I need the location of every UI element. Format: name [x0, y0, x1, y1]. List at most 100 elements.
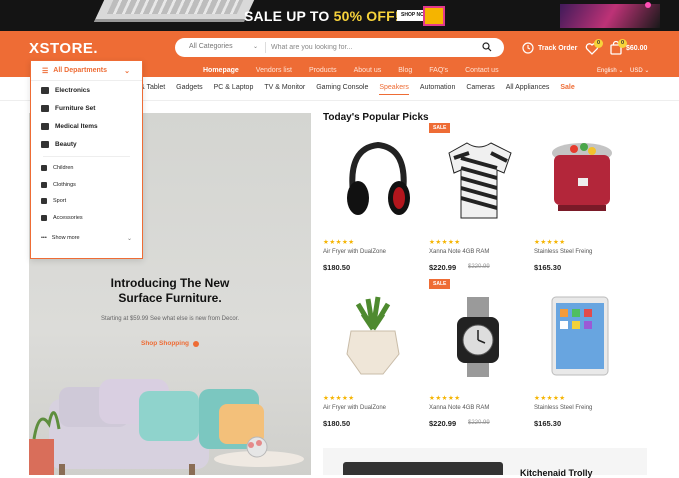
product-card[interactable]: SALE ★★★★★ Xanna Note 4GB RAM $220.99 $2…	[429, 279, 529, 444]
department-label: Medical Items	[55, 122, 98, 130]
category-gaming-console[interactable]: Gaming Console	[316, 84, 368, 95]
department-label: Electronics	[55, 86, 91, 94]
category-pc-laptop[interactable]: PC & Laptop	[214, 84, 254, 95]
product-name[interactable]: Stainless Steel Freing	[534, 249, 592, 255]
rating-stars: ★★★★★	[323, 395, 355, 402]
category-automation[interactable]: Automation	[420, 84, 455, 95]
category-cameras[interactable]: Cameras	[466, 84, 494, 95]
product-card[interactable]: ★★★★★ Air Fryer with DualZone $180.50	[323, 279, 423, 444]
nav-link-products[interactable]: Products	[309, 67, 337, 74]
site-logo[interactable]: XSTORE.	[29, 40, 98, 57]
department-item-electronics[interactable]: Electronics	[31, 81, 142, 99]
category-nav: & Tablet Gadgets PC & Laptop TV & Monito…	[140, 84, 586, 95]
hero-title-line1: Introducing The New	[110, 276, 230, 290]
currency-select[interactable]: USD ⌄	[630, 67, 649, 74]
department-label: Beauty	[55, 140, 77, 148]
product-old-price: $220.99	[468, 264, 490, 270]
department-item-furniture[interactable]: Furniture Set	[31, 99, 142, 117]
track-order-label: Track Order	[538, 44, 578, 52]
sofa-image	[29, 379, 304, 475]
language-select[interactable]: English ⌄	[597, 67, 623, 74]
smartwatch-icon	[457, 297, 499, 377]
dots-icon: •••	[41, 235, 47, 241]
product-name[interactable]: Xanna Note 4GB RAM	[429, 249, 489, 255]
arrow-circle-icon	[193, 340, 200, 347]
product-price: $180.50	[323, 419, 351, 428]
department-item-medical[interactable]: Medical Items	[31, 117, 142, 135]
sale-badge: SALE	[429, 123, 451, 133]
category-gadgets[interactable]: Gadgets	[176, 84, 202, 95]
rating-stars: ★★★★★	[534, 239, 566, 246]
department-item-children[interactable]: Children	[31, 160, 142, 177]
nav-link-about[interactable]: About us	[354, 67, 382, 74]
product-name[interactable]: Air Fryer with DualZone	[323, 405, 386, 411]
nav-link-blog[interactable]: Blog	[398, 67, 412, 74]
search-category-select[interactable]: All Categories	[189, 43, 233, 50]
department-item-clothings[interactable]: Clothings	[31, 177, 142, 194]
promo-decoration	[560, 4, 660, 28]
nav-link-contact[interactable]: Contact us	[465, 67, 498, 74]
product-price: $165.30	[534, 419, 562, 428]
promo-headline: SALE UP TO 50% OFF!	[244, 8, 400, 24]
nav-link-faq[interactable]: FAQ's	[429, 67, 448, 74]
keyboard-image	[106, 0, 244, 14]
top-links: Homepage Vendors list Products About us …	[203, 67, 516, 74]
promo-percent: 50% OFF!	[333, 8, 400, 24]
category-speakers[interactable]: Speakers	[379, 84, 409, 95]
category-all-appliances[interactable]: All Appliances	[506, 84, 550, 95]
search-icon[interactable]	[482, 42, 492, 52]
product-old-price: $220.99	[468, 420, 490, 426]
promo-decoration-dot	[645, 2, 651, 8]
department-divider	[43, 156, 130, 157]
search-divider	[265, 42, 266, 53]
product-price: $220.99	[429, 419, 457, 428]
search-input[interactable]	[271, 41, 461, 54]
rating-stars: ★★★★★	[429, 395, 461, 402]
tshirt-icon	[448, 142, 512, 219]
rating-stars: ★★★★★	[534, 395, 566, 402]
hamburger-icon: ☰	[42, 67, 49, 75]
product-name[interactable]: Xanna Note 4GB RAM	[429, 405, 489, 411]
product-card[interactable]: ★★★★★ Stainless Steel Freing $165.30	[534, 123, 634, 288]
clothing-icon	[41, 181, 47, 188]
nav-link-homepage[interactable]: Homepage	[203, 67, 239, 74]
track-order-link[interactable]: Track Order	[522, 42, 577, 54]
departments-menu: ☰ All Departments ⌄ Electronics Furnitur…	[30, 60, 143, 259]
show-more-button[interactable]: ••• Show more ⌄	[41, 235, 132, 242]
nav-link-vendors[interactable]: Vendors list	[256, 67, 292, 74]
gift-box-icon	[423, 6, 445, 26]
departments-title: All Departments	[53, 67, 107, 74]
promo-card-title: Kitchenaid Trolly	[520, 468, 593, 478]
sale-badge: SALE	[429, 279, 451, 289]
product-card[interactable]: ★★★★★ Stainless Steel Freing $165.30	[534, 279, 634, 444]
clock-icon	[522, 42, 534, 54]
children-icon	[41, 165, 47, 172]
chevron-down-icon: ⌄	[127, 236, 133, 242]
department-label: Accessories	[53, 215, 83, 222]
product-name[interactable]: Air Fryer with DualZone	[323, 249, 386, 255]
department-label: Sport	[53, 198, 67, 205]
section-title: Today's Popular Picks	[323, 112, 429, 123]
department-item-accessories[interactable]: Accessories	[31, 210, 142, 227]
department-label: Children	[53, 165, 74, 172]
departments-header[interactable]: ☰ All Departments ⌄	[31, 61, 142, 81]
category-tablet[interactable]: & Tablet	[140, 84, 165, 95]
chevron-down-icon: ⌄	[253, 44, 259, 50]
product-card[interactable]: SALE ★★★★★ Xanna Note 4GB RAM $220.99 $2…	[429, 123, 529, 288]
hero-title-line2: Surface Furniture.	[118, 291, 222, 305]
promo-card[interactable]: Kitchenaid Trolly	[323, 448, 647, 478]
cart-total[interactable]: $60.00	[626, 45, 647, 52]
hero-title: Introducing The New Surface Furniture.	[29, 276, 311, 306]
category-tv-monitor[interactable]: TV & Monitor	[264, 84, 305, 95]
product-price: $165.30	[534, 263, 562, 272]
chevron-down-icon: ⌄	[124, 68, 130, 75]
promo-banner[interactable]: SALE UP TO 50% OFF! SHOP NOW	[0, 0, 679, 31]
hero-cta-button[interactable]: Shop Shopping	[141, 340, 200, 347]
tablet-icon	[551, 296, 609, 376]
wishlist-count-badge: 0	[594, 39, 603, 48]
product-card[interactable]: ★★★★★ Air Fryer with DualZone $180.50	[323, 123, 423, 288]
category-sale[interactable]: Sale	[560, 84, 574, 95]
product-name[interactable]: Stainless Steel Freing	[534, 405, 592, 411]
department-item-beauty[interactable]: Beauty	[31, 135, 142, 153]
department-item-sport[interactable]: Sport	[31, 193, 142, 210]
